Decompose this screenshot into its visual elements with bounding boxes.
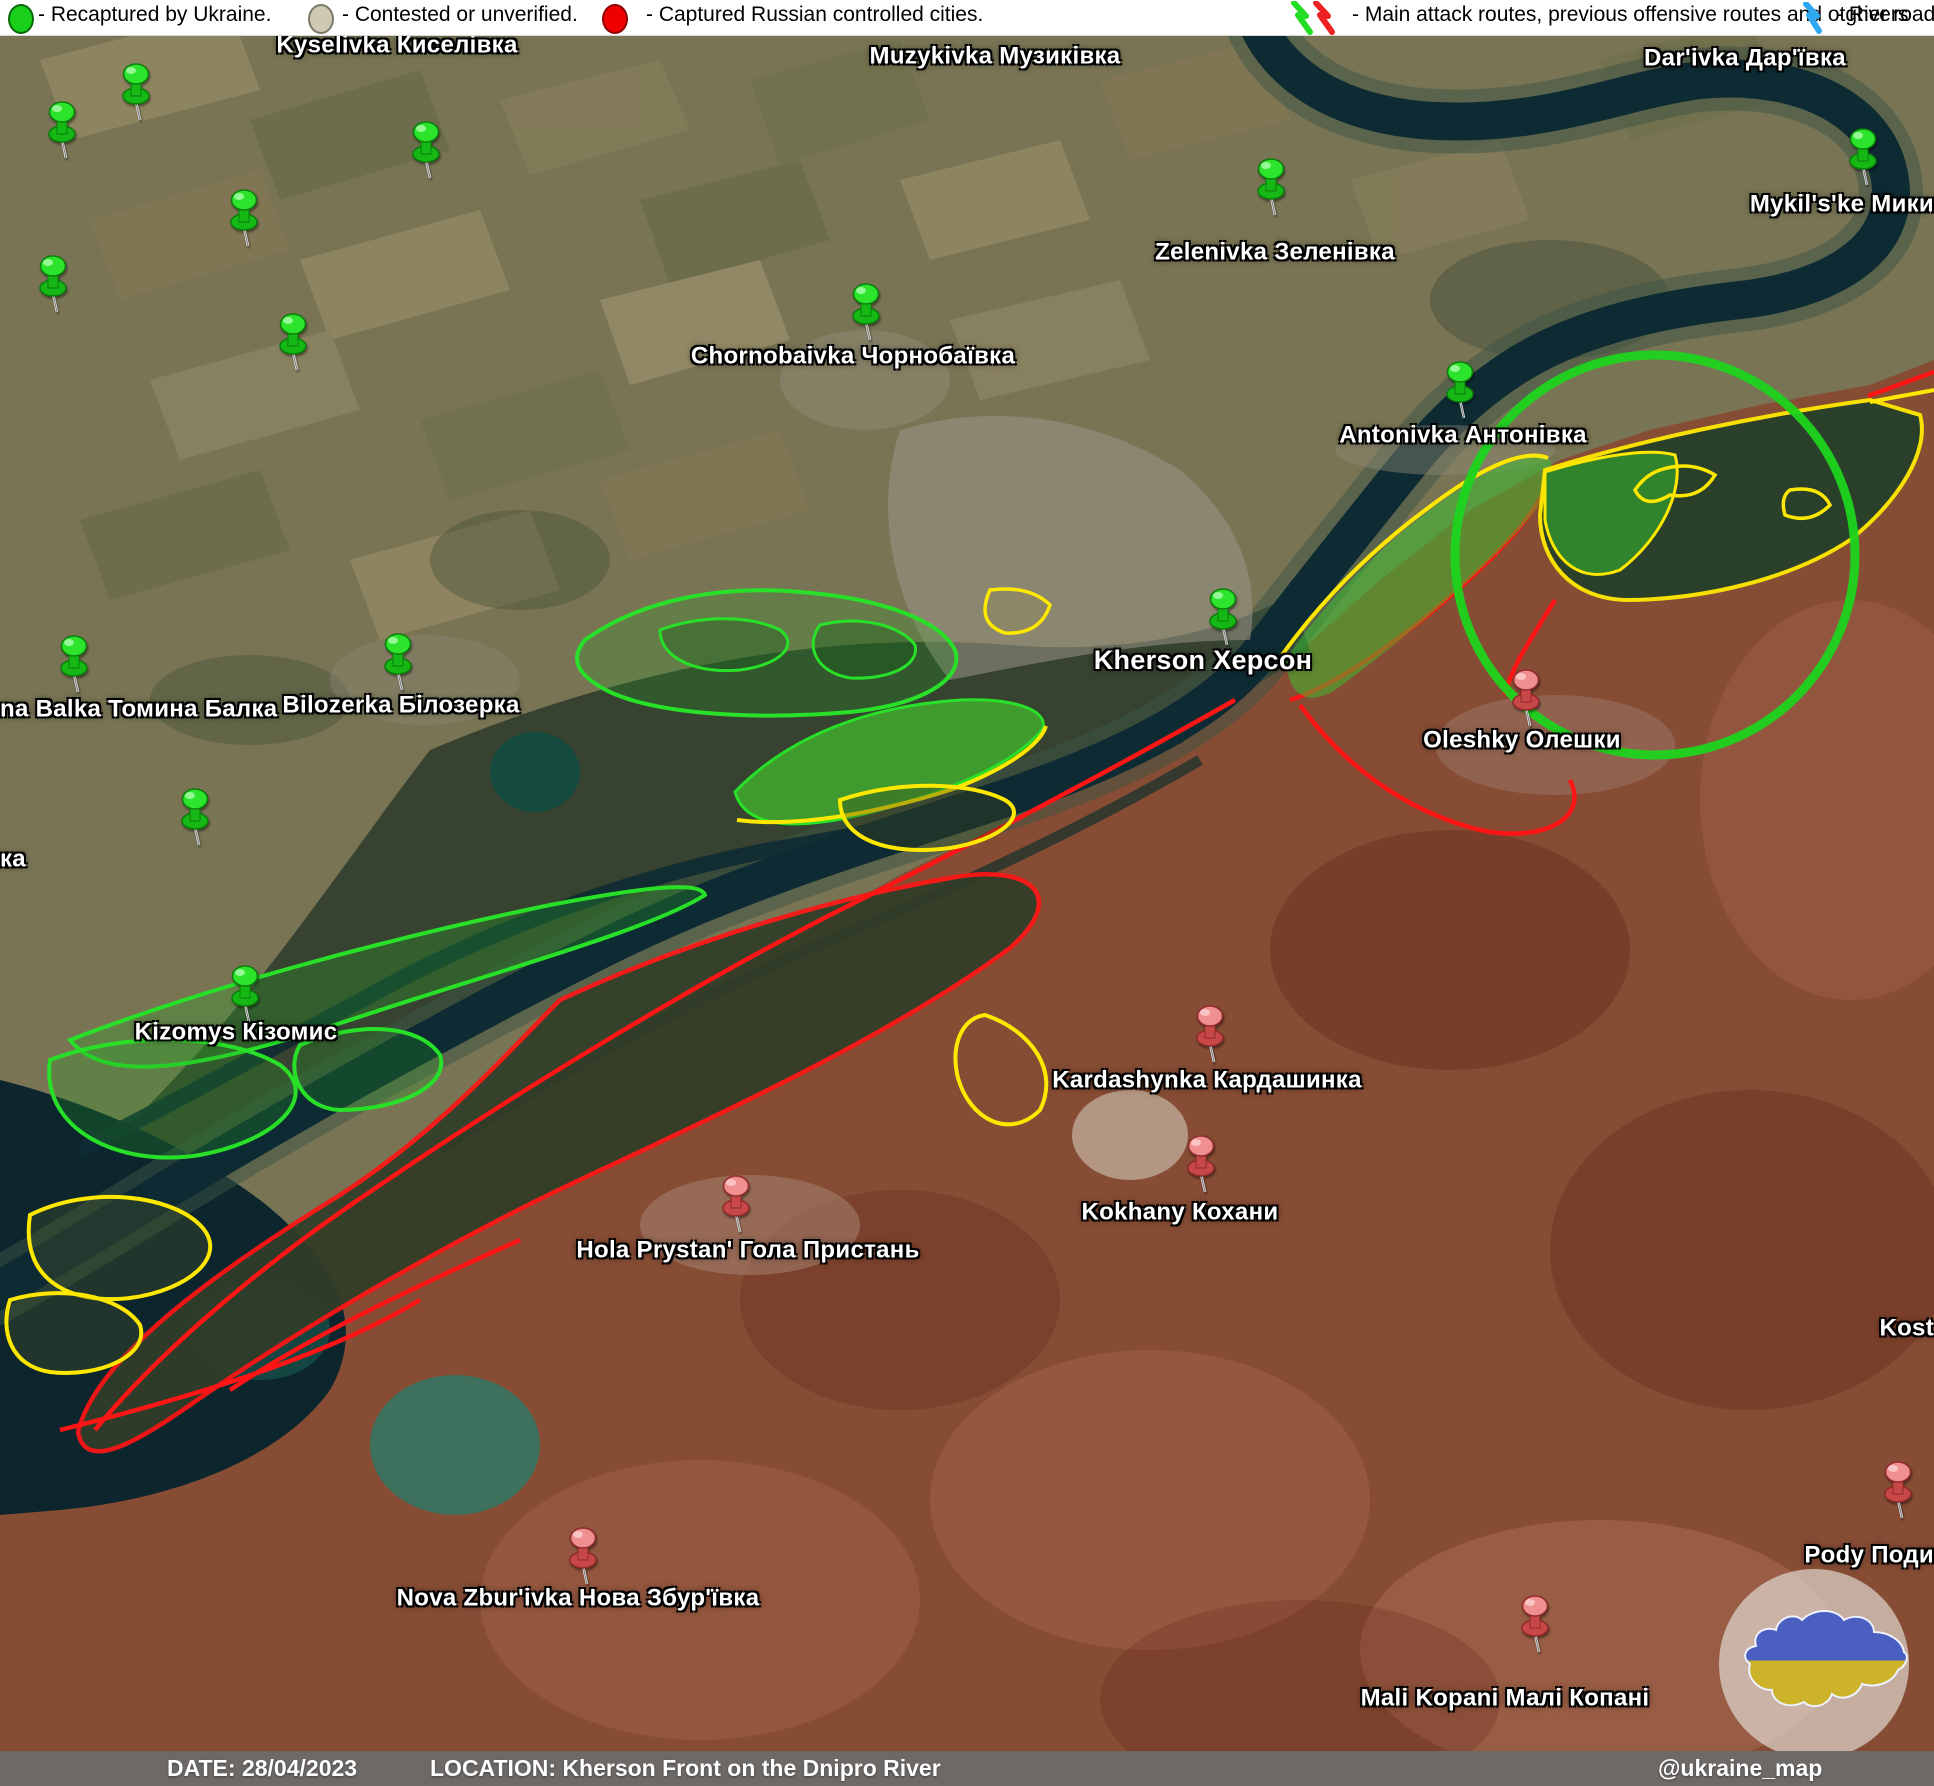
map-pin-green [176, 787, 214, 852]
legend-label: - Rivers [1836, 3, 1908, 27]
legend-label: - Contested or unverified. [342, 3, 578, 27]
city-label-tomyna-balka: na Balka Томина Балка [0, 696, 277, 724]
map-pin-red [1191, 1004, 1229, 1069]
map-pin-green [34, 254, 72, 319]
map-stage: - Recaptured by Ukraine. - Contested or … [0, 0, 1934, 1786]
map-pin-green [407, 120, 445, 185]
city-label-pody: Pody Поди [1804, 1542, 1934, 1570]
attack-routes-icon [1286, 1, 1346, 35]
map-pin-red [717, 1174, 755, 1239]
map-pin-green [43, 100, 81, 165]
city-label-nova-zburivka: Nova Zbur'ivka Нова Збур'ївка [397, 1585, 760, 1613]
map-pin-green [55, 634, 93, 699]
map-pin-red [1182, 1134, 1220, 1199]
city-label-chornobaivka: Chornobaivka Чорнобаївка [691, 343, 1015, 371]
contested-dot-icon [308, 4, 334, 34]
city-label-kherson: Kherson Херсон [1094, 645, 1313, 676]
city-label-muzykivka: Muzykivka Музиківка [870, 43, 1121, 71]
city-label-oleshky: Oleshky Олешки [1423, 727, 1621, 755]
date-label: DATE: 28/04/2023 [167, 1755, 357, 1782]
city-label-darivka: Dar'ivka Дар'ївка [1644, 45, 1846, 73]
recaptured-dot-icon [8, 4, 34, 34]
river-arrow-icon [1797, 2, 1827, 34]
map-pin-green [1252, 157, 1290, 222]
legend-label: - Captured Russian controlled cities. [646, 3, 983, 27]
map-pin-green [117, 62, 155, 127]
ukraine-map-logo [1718, 1568, 1910, 1760]
map-pin-green [379, 632, 417, 697]
city-label-mykilske: Mykil's'ke Мики [1750, 191, 1934, 219]
map-pin-red [564, 1526, 602, 1591]
map-pin-green [225, 188, 263, 253]
legend-bar: - Recaptured by Ukraine. - Contested or … [0, 0, 1934, 36]
map-pin-red [1507, 668, 1545, 733]
city-label-ka-fragment: ка [0, 846, 26, 874]
location-label: LOCATION: Kherson Front on the Dnipro Ri… [430, 1755, 941, 1782]
city-label-hola-prystan: Hola Prystan' Гола Пристань [576, 1237, 919, 1265]
map-pin-green [1844, 127, 1882, 192]
city-label-zelenivka: Zelenivka Зеленівка [1155, 239, 1395, 267]
map-pin-green [847, 282, 885, 347]
footer-bar: DATE: 28/04/2023 LOCATION: Kherson Front… [0, 1751, 1934, 1786]
city-label-mali-kopani: Mali Kopani Малі Копані [1361, 1685, 1650, 1713]
city-label-kizomys: Kizomys Кізомис [135, 1019, 338, 1047]
city-label-kokhany: Kokhany Кохани [1082, 1199, 1279, 1227]
map-pin-green [274, 312, 312, 377]
handle-label: @ukraine_map [1658, 1755, 1822, 1782]
map-pin-red [1879, 1460, 1917, 1525]
map-pin-red [1516, 1594, 1554, 1659]
city-label-kost: Kost [1879, 1315, 1934, 1343]
captured-dot-icon [602, 4, 628, 34]
city-label-kardashynka: Kardashynka Кардашинка [1052, 1067, 1362, 1095]
legend-label: - Recaptured by Ukraine. [38, 3, 271, 27]
map-pin-green [1441, 360, 1479, 425]
city-label-antonivka: Antonivka Антонівка [1339, 422, 1587, 450]
satellite-map-image [0, 0, 1934, 1786]
map-pin-green [1204, 587, 1242, 652]
city-label-bilozerka: Bilozerka Білозерка [282, 692, 519, 720]
